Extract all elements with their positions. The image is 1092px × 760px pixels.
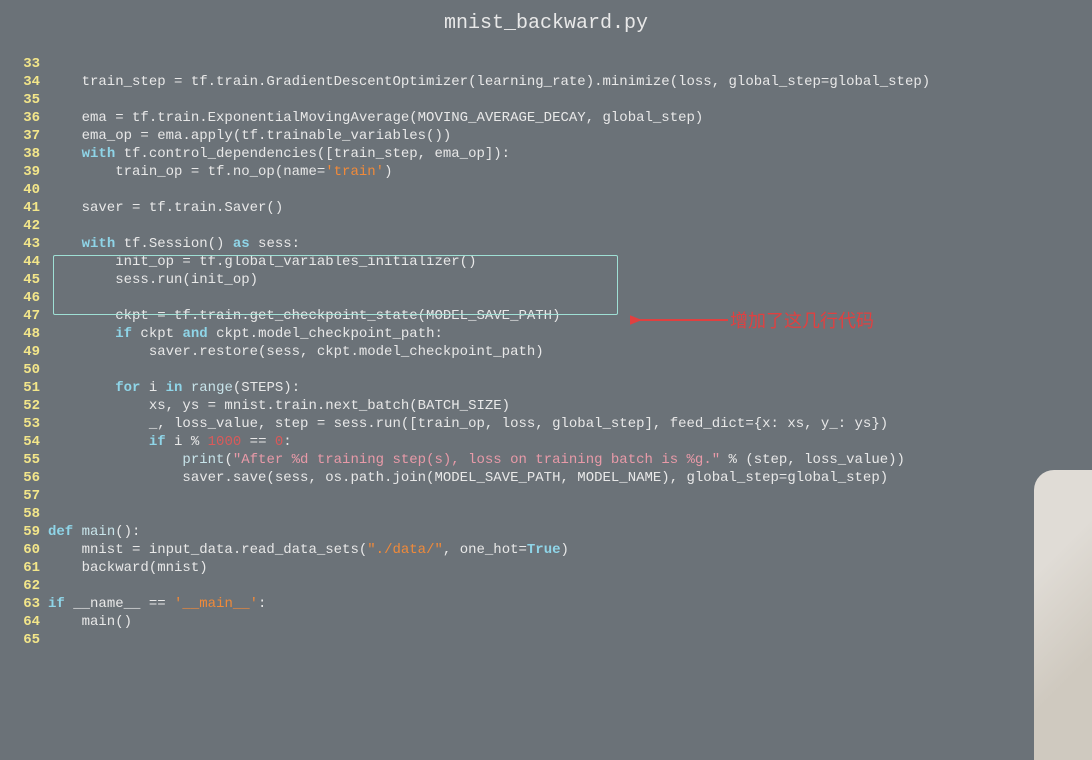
code-line	[48, 55, 1092, 73]
code-line: ema_op = ema.apply(tf.trainable_variable…	[48, 127, 1092, 145]
code-area: train_step = tf.train.GradientDescentOpt…	[48, 55, 1092, 649]
line-number: 38	[0, 145, 40, 163]
code-line: saver.restore(sess, ckpt.model_checkpoin…	[48, 343, 1092, 361]
code-line: if ckpt and ckpt.model_checkpoint_path:	[48, 325, 1092, 343]
code-line: saver = tf.train.Saver()	[48, 199, 1092, 217]
line-number: 39	[0, 163, 40, 181]
code-line: def main():	[48, 523, 1092, 541]
code-line	[48, 289, 1092, 307]
line-number: 35	[0, 91, 40, 109]
line-number: 40	[0, 181, 40, 199]
code-line	[48, 487, 1092, 505]
line-number: 61	[0, 559, 40, 577]
line-number: 47	[0, 307, 40, 325]
line-number: 54	[0, 433, 40, 451]
code-line	[48, 577, 1092, 595]
code-line: if i % 1000 == 0:	[48, 433, 1092, 451]
code-line	[48, 181, 1092, 199]
line-number: 43	[0, 235, 40, 253]
code-line: with tf.Session() as sess:	[48, 235, 1092, 253]
code-line	[48, 361, 1092, 379]
code-line	[48, 217, 1092, 235]
line-number: 55	[0, 451, 40, 469]
line-number: 59	[0, 523, 40, 541]
code-line: saver.save(sess, os.path.join(MODEL_SAVE…	[48, 469, 1092, 487]
code-line: mnist = input_data.read_data_sets("./dat…	[48, 541, 1092, 559]
code-line: if __name__ == '__main__':	[48, 595, 1092, 613]
code-line: print("After %d training step(s), loss o…	[48, 451, 1092, 469]
line-number: 33	[0, 55, 40, 73]
line-number: 52	[0, 397, 40, 415]
code-line: main()	[48, 613, 1092, 631]
code-line	[48, 505, 1092, 523]
line-number: 49	[0, 343, 40, 361]
line-number: 56	[0, 469, 40, 487]
code-line: ckpt = tf.train.get_checkpoint_state(MOD…	[48, 307, 1092, 325]
line-number: 58	[0, 505, 40, 523]
code-line: backward(mnist)	[48, 559, 1092, 577]
line-number: 45	[0, 271, 40, 289]
line-number: 37	[0, 127, 40, 145]
line-number: 64	[0, 613, 40, 631]
code-line	[48, 631, 1092, 649]
line-number: 41	[0, 199, 40, 217]
code-line: train_step = tf.train.GradientDescentOpt…	[48, 73, 1092, 91]
file-title: mnist_backward.py	[0, 0, 1092, 55]
line-number: 50	[0, 361, 40, 379]
code-line: for i in range(STEPS):	[48, 379, 1092, 397]
code-line: init_op = tf.global_variables_initialize…	[48, 253, 1092, 271]
line-number: 63	[0, 595, 40, 613]
line-number: 65	[0, 631, 40, 649]
line-number: 51	[0, 379, 40, 397]
code-line: xs, ys = mnist.train.next_batch(BATCH_SI…	[48, 397, 1092, 415]
line-number: 60	[0, 541, 40, 559]
code-line: with tf.control_dependencies([train_step…	[48, 145, 1092, 163]
line-number: 44	[0, 253, 40, 271]
line-number: 34	[0, 73, 40, 91]
line-number: 62	[0, 577, 40, 595]
person-silhouette	[1034, 470, 1092, 760]
line-gutter: 3334353637383940414243444546474849505152…	[0, 55, 48, 649]
code-line: sess.run(init_op)	[48, 271, 1092, 289]
line-number: 46	[0, 289, 40, 307]
code-line: _, loss_value, step = sess.run([train_op…	[48, 415, 1092, 433]
line-number: 57	[0, 487, 40, 505]
line-number: 42	[0, 217, 40, 235]
code-editor: 3334353637383940414243444546474849505152…	[0, 55, 1092, 649]
code-line: train_op = tf.no_op(name='train')	[48, 163, 1092, 181]
code-line	[48, 91, 1092, 109]
code-line: ema = tf.train.ExponentialMovingAverage(…	[48, 109, 1092, 127]
annotation-text: 增加了这几行代码	[730, 307, 874, 333]
line-number: 53	[0, 415, 40, 433]
line-number: 36	[0, 109, 40, 127]
line-number: 48	[0, 325, 40, 343]
